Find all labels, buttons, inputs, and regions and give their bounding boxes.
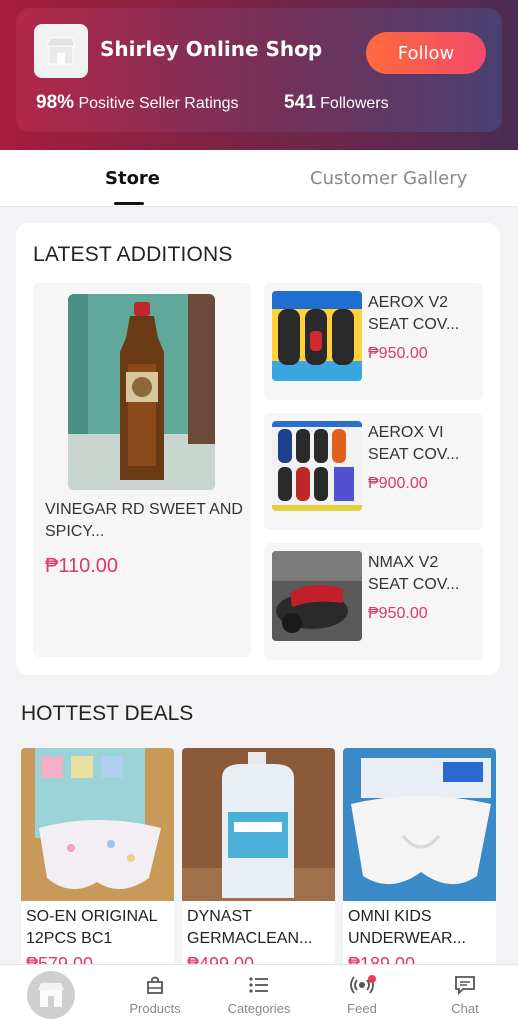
shop-header: Shirley Online Shop › Follow 98% Positiv… — [0, 0, 518, 150]
kids-underwear-image — [343, 748, 496, 901]
followers-stat: 541 Followers — [284, 92, 389, 114]
deal-name: SO-EN ORIGINAL 12PCS BC1 — [26, 908, 157, 947]
deal-name: OMNI KIDS UNDERWEAR... — [348, 908, 466, 947]
nav-feed[interactable]: Feed — [322, 973, 402, 1016]
tab-store[interactable]: Store — [105, 168, 160, 189]
featured-product-card[interactable]: VINEGAR RD SWEET AND SPICY... ₱110.00 — [33, 283, 251, 657]
follow-button[interactable]: Follow — [366, 32, 486, 74]
deal-card[interactable]: DYNAST GERMACLEAN... ₱499.00 — [182, 748, 335, 988]
bottom-nav: Products Categories Feed Chat — [0, 964, 518, 1024]
product-price: ₱950.00 — [368, 345, 428, 362]
shop-name[interactable]: Shirley Online Shop — [100, 37, 322, 61]
seat-cover-image — [272, 291, 362, 381]
deal-name: DYNAST GERMACLEAN... — [187, 908, 313, 947]
storefront-icon — [46, 37, 76, 65]
store-tabs: Store Customer Gallery — [0, 150, 518, 207]
hottest-deals-title: HOTTEST DEALS — [21, 702, 194, 725]
followers-value: 541 — [284, 92, 316, 113]
product-name: NMAX V2 SEAT COV... — [368, 554, 460, 593]
nav-label: Products — [129, 1001, 181, 1016]
vinegar-bottle-image — [68, 294, 215, 490]
storefront-icon — [38, 983, 64, 1007]
nav-chat[interactable]: Chat — [425, 973, 505, 1016]
product-name: AEROX V2 SEAT COV... — [368, 294, 460, 333]
notification-dot — [368, 975, 376, 983]
seat-cover-image — [272, 421, 362, 511]
tab-customer-gallery[interactable]: Customer Gallery — [310, 168, 467, 189]
disinfectant-gallon-image — [182, 748, 335, 901]
nav-label: Categories — [227, 1001, 291, 1016]
underwear-pack-image — [21, 748, 174, 901]
deal-card[interactable]: SO-EN ORIGINAL 12PCS BC1 ₱579.00 — [21, 748, 174, 988]
chevron-right-icon[interactable]: › — [303, 38, 309, 59]
followers-label: Followers — [320, 95, 389, 112]
nav-home-button[interactable] — [27, 971, 75, 1019]
product-price: ₱950.00 — [368, 605, 428, 622]
deal-card[interactable]: OMNI KIDS UNDERWEAR... ₱189.00 — [343, 748, 496, 988]
list-icon — [249, 977, 268, 993]
latest-additions-title: LATEST ADDITIONS — [33, 243, 233, 266]
product-name: AEROX VI SEAT COV... — [368, 424, 460, 463]
shop-logo[interactable] — [34, 24, 88, 78]
product-card[interactable]: NMAX V2 SEAT COV... ₱950.00 — [264, 543, 483, 660]
active-tab-indicator — [114, 202, 144, 205]
featured-product-name: VINEGAR RD SWEET AND SPICY... — [45, 501, 243, 540]
chat-icon — [455, 976, 475, 996]
product-card[interactable]: AEROX VI SEAT COV... ₱900.00 — [264, 413, 483, 530]
seat-cover-image — [272, 551, 362, 641]
nav-categories[interactable]: Categories — [219, 973, 299, 1016]
nav-products[interactable]: Products — [115, 973, 195, 1016]
product-card[interactable]: AEROX V2 SEAT COV... ₱950.00 — [264, 283, 483, 400]
ratings-label: Positive Seller Ratings — [78, 95, 239, 112]
shop-page: Shirley Online Shop › Follow 98% Positiv… — [0, 0, 518, 1024]
product-price: ₱900.00 — [368, 475, 428, 492]
featured-product-price: ₱110.00 — [45, 555, 119, 577]
ratings-value: 98% — [36, 92, 75, 113]
ratings-stat: 98% Positive Seller Ratings — [36, 92, 239, 114]
nav-label: Feed — [347, 1001, 377, 1016]
latest-additions-section: LATEST ADDITIONS VINEGAR RD SWEET AND SP… — [16, 223, 500, 675]
bag-icon — [147, 976, 163, 994]
nav-label: Chat — [451, 1001, 479, 1016]
